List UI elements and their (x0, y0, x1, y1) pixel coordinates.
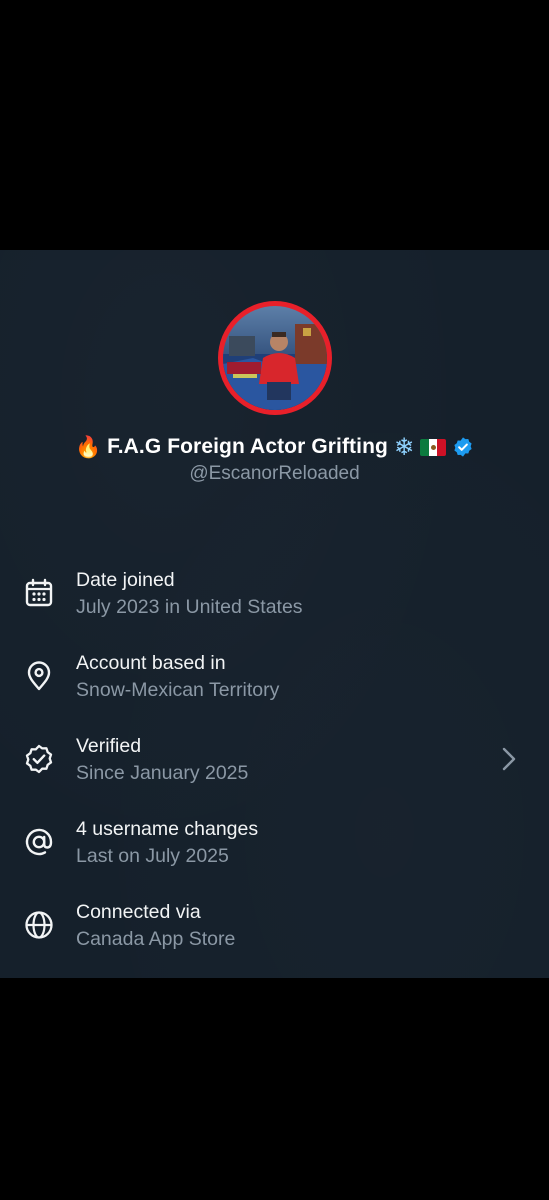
username-handle: @EscanorReloaded (189, 463, 360, 484)
about-item-account-based-in: Account based in Snow-Mexican Territory (0, 646, 549, 729)
chevron-right-icon[interactable] (498, 745, 520, 773)
about-item-title: 4 username changes (76, 818, 259, 840)
about-item-subtitle: July 2023 in United States (76, 596, 303, 618)
about-item-title: Connected via (76, 901, 201, 923)
about-list: Date joined July 2023 in United States A… (0, 563, 549, 978)
snowflake-icon: ❄ (393, 433, 415, 461)
display-name-row: 🔥 F.A.G Foreign Actor Grifting ❄ (0, 430, 549, 464)
location-pin-icon (27, 661, 51, 691)
about-item-verified[interactable]: Verified Since January 2025 (0, 729, 549, 812)
about-account-card: 🔥 F.A.G Foreign Actor Grifting ❄ @Escano… (0, 250, 549, 978)
calendar-icon (25, 578, 53, 607)
screen: 🔥 F.A.G Foreign Actor Grifting ❄ @Escano… (0, 0, 549, 1200)
verified-check-icon (25, 744, 53, 774)
about-item-username-changes: 4 username changes Last on July 2025 (0, 812, 549, 895)
about-item-connected-via: Connected via Canada App Store (0, 895, 549, 978)
avatar[interactable] (218, 301, 332, 415)
verified-badge-icon[interactable] (452, 436, 474, 458)
fire-icon: 🔥 (74, 434, 102, 459)
avatar-image (223, 306, 327, 410)
about-item-date-joined: Date joined July 2023 in United States (0, 563, 549, 646)
about-item-title: Date joined (76, 569, 175, 591)
about-item-title: Verified (76, 735, 142, 757)
globe-icon (25, 911, 53, 939)
about-item-subtitle: Since January 2025 (76, 762, 249, 784)
about-item-title: Account based in (76, 652, 226, 674)
at-sign-icon (25, 828, 53, 856)
mexico-flag-icon (420, 438, 447, 456)
about-item-subtitle: Snow-Mexican Territory (76, 679, 280, 701)
about-item-subtitle: Canada App Store (76, 928, 236, 950)
display-name: F.A.G Foreign Actor Grifting (107, 435, 388, 458)
about-item-subtitle: Last on July 2025 (76, 845, 229, 867)
